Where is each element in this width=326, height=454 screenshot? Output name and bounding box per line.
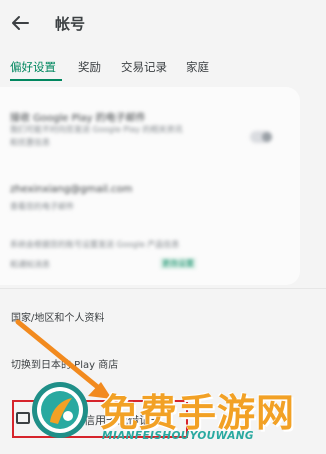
tab-family[interactable]: 家庭 (186, 59, 209, 75)
back-button[interactable] (8, 11, 32, 35)
tab-preferences[interactable]: 偏好设置 (10, 59, 56, 75)
watermark-subtext: MIANFEISHOUYOUWANG (102, 430, 254, 442)
change-settings-link[interactable]: 更改设置 (160, 258, 196, 269)
watermark-logo (32, 382, 88, 438)
tab-transactions[interactable]: 交易记录 (121, 59, 167, 75)
arrow-left-icon (12, 16, 29, 30)
active-tab-indicator (10, 79, 62, 81)
page-title: 帐号 (55, 15, 86, 33)
card-line: 和优惠信息 (10, 138, 50, 147)
card-line: 和通知消息 (10, 260, 50, 269)
app-bar: 帐号 (0, 0, 326, 46)
card-line: 系统会根据您的账号设置发送 Google 产品信息 (10, 240, 180, 249)
card-line: 查看您的电子邮件 (10, 202, 74, 211)
card-line: zhexinxiang@gmail.com (10, 184, 133, 195)
tab-rewards[interactable]: 奖励 (78, 59, 101, 75)
blurred-content: 接收 Google Play 的电子邮件 我们可能不时向您发送 Google P… (0, 87, 300, 285)
watermark-text: 免费手游网 (100, 390, 296, 435)
card-line: 接收 Google Play 的电子邮件 (10, 113, 146, 124)
switch-store-item[interactable]: 切换到日本的 Play 商店 (11, 356, 118, 371)
email-preferences-card: 接收 Google Play 的电子邮件 我们可能不时向您发送 Google P… (0, 87, 300, 285)
card-line: 我们可能不时向您发送 Google Play 的相关资讯 (10, 125, 183, 134)
country-profile-item[interactable]: 国家/地区和个人资料 (11, 309, 104, 324)
section-divider (0, 288, 326, 289)
tab-bar: 偏好设置 奖励 交易记录 家庭 (0, 55, 326, 83)
email-toggle[interactable] (250, 131, 272, 143)
